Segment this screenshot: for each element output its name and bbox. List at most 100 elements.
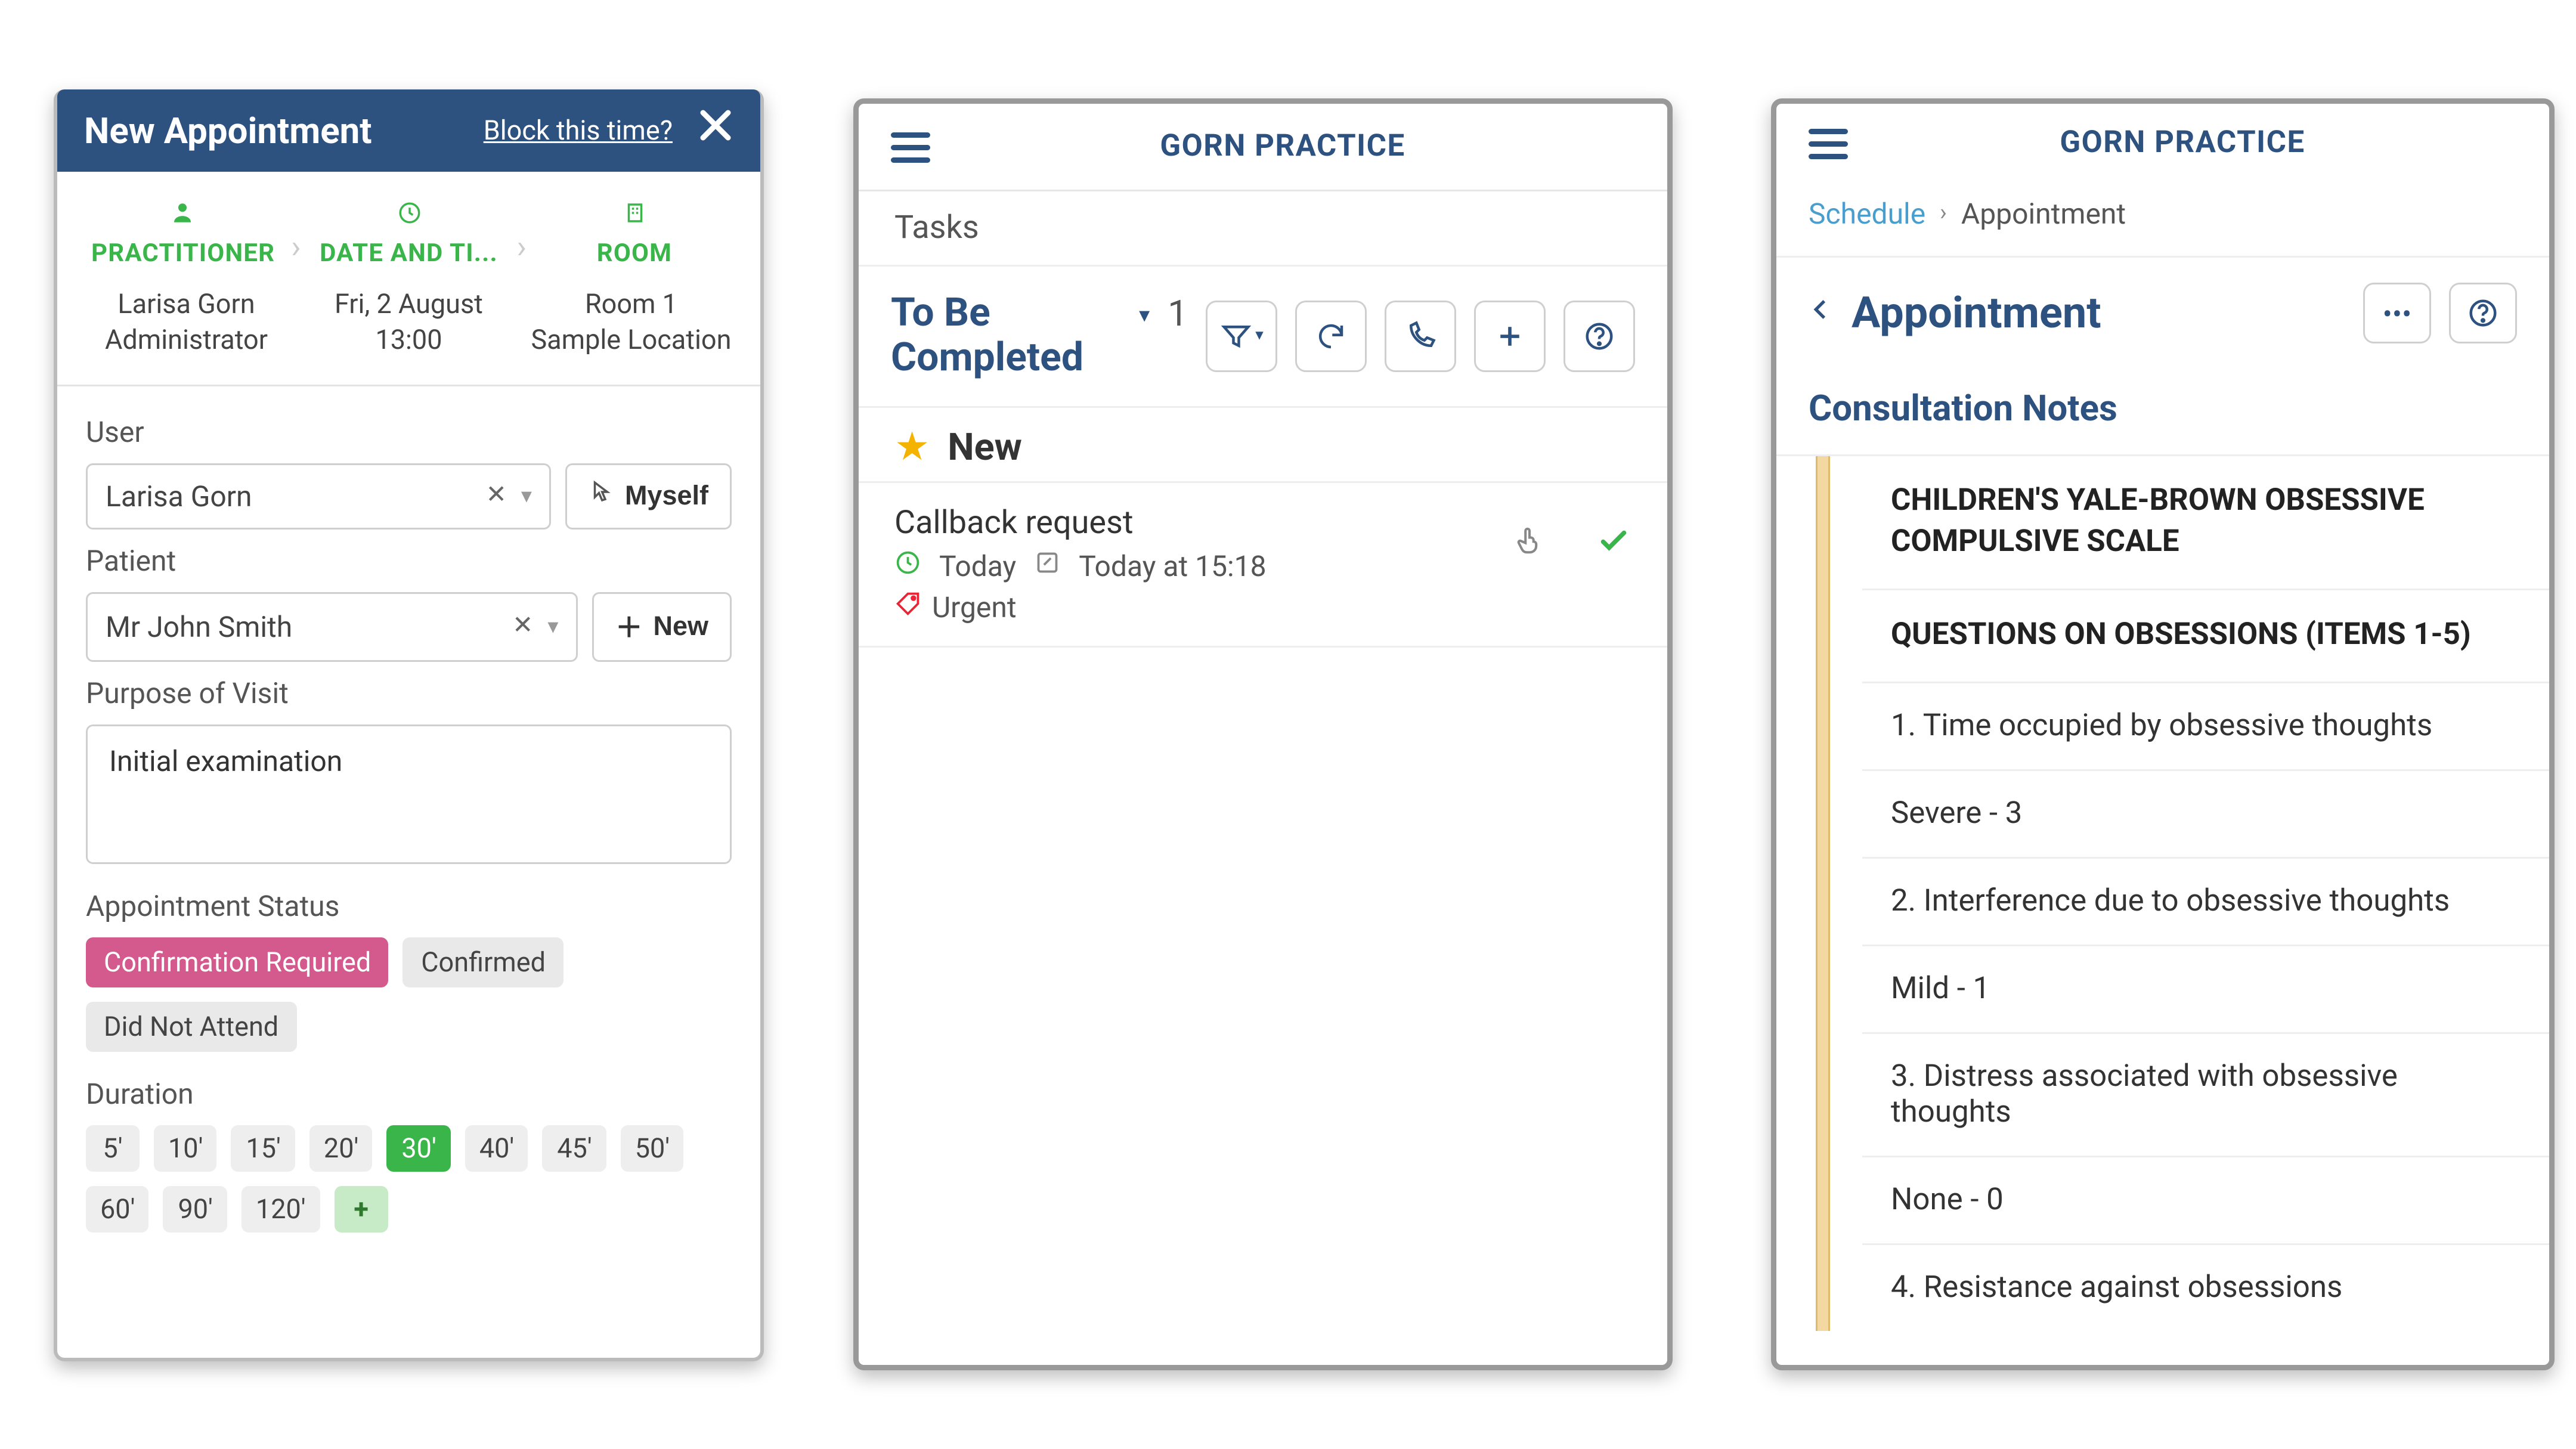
task-created: Today at 15:18 <box>1079 549 1266 583</box>
chevron-down-icon[interactable]: ▾ <box>547 614 558 639</box>
app-header: GORN PRACTICE <box>859 104 1667 191</box>
task-filter-dropdown[interactable]: To Be Completed ▾ 1 <box>891 292 1188 381</box>
help-button[interactable] <box>1563 301 1635 372</box>
patient-select[interactable]: Mr John Smith ✕ ▾ <box>86 592 578 661</box>
status-chip-did-not-attend[interactable]: Did Not Attend <box>86 1001 296 1051</box>
new-appointment-panel: New Appointment Block this time? PRACTIT… <box>54 89 764 1361</box>
question-item: 1. Time occupied by obsessive thoughts <box>1862 683 2549 770</box>
section-title: QUESTIONS ON OBSESSIONS (ITEMS 1-5) <box>1862 590 2549 683</box>
status-chips: Confirmation Required Confirmed Did Not … <box>86 937 732 1051</box>
chevron-down-icon[interactable]: ▾ <box>521 483 532 508</box>
duration-20[interactable]: 20' <box>309 1125 373 1171</box>
purpose-label: Purpose of Visit <box>86 676 732 710</box>
duration-50[interactable]: 50' <box>621 1125 684 1171</box>
block-time-link[interactable]: Block this time? <box>484 114 673 147</box>
plus-icon: ＋ <box>615 608 642 645</box>
new-patient-button[interactable]: ＋ New <box>592 592 732 661</box>
user-label: User <box>86 414 732 448</box>
breadcrumb-current: Appointment <box>1961 197 2126 231</box>
task-tag: Urgent <box>932 590 1017 624</box>
user-select[interactable]: Larisa Gorn ✕ ▾ <box>86 463 552 529</box>
task-due: Today <box>939 549 1016 583</box>
complete-icon[interactable] <box>1596 522 1631 567</box>
duration-90[interactable]: 90' <box>163 1185 227 1232</box>
user-value: Larisa Gorn <box>106 479 486 513</box>
answer-item: None - 0 <box>1862 1157 2549 1244</box>
tasks-panel: GORN PRACTICE Tasks To Be Completed ▾ 1 … <box>853 98 1673 1370</box>
status-chip-confirmation-required[interactable]: Confirmation Required <box>86 937 389 987</box>
chevron-down-icon: ▾ <box>1139 302 1150 327</box>
duration-15[interactable]: 15' <box>231 1125 295 1171</box>
question-item: 2. Interference due to obsessive thought… <box>1862 858 2549 946</box>
refresh-button[interactable] <box>1295 301 1367 372</box>
filter-button[interactable]: ▾ <box>1206 301 1277 372</box>
duration-40[interactable]: 40' <box>465 1125 528 1171</box>
app-header: GORN PRACTICE <box>1776 104 2549 182</box>
more-button[interactable]: ••• <box>2363 283 2431 343</box>
task-filter-label: To Be Completed <box>891 292 1128 381</box>
myself-button[interactable]: Myself <box>566 463 732 529</box>
brand-title: GORN PRACTICE <box>1848 125 2517 161</box>
duration-10[interactable]: 10' <box>154 1125 217 1171</box>
practitioner-role: Administrator <box>75 323 298 359</box>
duration-options: 5' 10' 15' 20' 30' 40' 45' 50' 60' 90' 1… <box>86 1125 732 1232</box>
tag-icon <box>894 590 921 624</box>
appointment-panel: GORN PRACTICE Schedule › Appointment App… <box>1771 98 2555 1370</box>
answer-item: Severe - 3 <box>1862 770 2549 858</box>
clear-icon[interactable]: ✕ <box>486 481 507 510</box>
edit-icon <box>1034 549 1061 583</box>
room-location: Sample Location <box>520 323 742 359</box>
duration-60[interactable]: 60' <box>86 1185 149 1232</box>
menu-icon[interactable] <box>1809 128 1848 159</box>
add-task-button[interactable] <box>1474 301 1546 372</box>
star-icon: ★ <box>894 426 930 470</box>
step-datetime[interactable]: DATE AND TI... <box>301 200 516 268</box>
menu-icon[interactable] <box>891 132 930 162</box>
duration-45[interactable]: 45' <box>543 1125 606 1171</box>
duration-120[interactable]: 120' <box>242 1185 320 1232</box>
duration-label: Duration <box>86 1076 732 1110</box>
practitioner-name: Larisa Gorn <box>75 286 298 323</box>
chevron-right-icon: › <box>517 229 527 267</box>
chevron-right-icon: › <box>291 229 301 267</box>
appointment-time: 13:00 <box>298 323 520 359</box>
breadcrumb: Schedule › Appointment <box>1776 182 2549 258</box>
page-title: Appointment <box>1852 288 2345 338</box>
step-room[interactable]: ROOM <box>527 200 742 268</box>
page-header: Appointment ••• <box>1776 258 2549 369</box>
task-count: 1 <box>1168 292 1188 335</box>
wizard-step-values: Larisa Gorn Administrator Fri, 2 August … <box>57 279 760 386</box>
task-section-label: New <box>948 427 1022 470</box>
status-label: Appointment Status <box>86 888 732 922</box>
pointer-icon <box>589 479 614 512</box>
patient-label: Patient <box>86 543 732 577</box>
panel-title: New Appointment <box>84 109 484 152</box>
purpose-input[interactable]: Initial examination <box>86 724 732 863</box>
question-item: 4. Resistance against obsessions <box>1862 1244 2549 1330</box>
consultation-notes-header: Consultation Notes <box>1776 369 2549 456</box>
task-section-header: ★ New <box>859 406 1667 483</box>
back-icon[interactable] <box>1809 295 1834 332</box>
clock-icon <box>301 200 516 233</box>
question-item: 3. Distress associated with obsessive th… <box>1862 1033 2549 1157</box>
help-button[interactable] <box>2449 283 2517 343</box>
scale-title: CHILDREN'S YALE-BROWN OBSESSIVE COMPULSI… <box>1862 456 2549 590</box>
patient-value: Mr John Smith <box>106 609 512 643</box>
task-item[interactable]: Callback request Today Today at 15:18 Ur… <box>859 483 1667 648</box>
duration-30[interactable]: 30' <box>387 1125 450 1171</box>
task-toolbar: To Be Completed ▾ 1 ▾ <box>859 267 1667 406</box>
page-subheader: Tasks <box>859 191 1667 267</box>
wizard-steps: PRACTITIONER › DATE AND TI... › ROOM <box>57 172 760 279</box>
panel-header: New Appointment Block this time? <box>57 89 760 172</box>
call-button[interactable] <box>1385 301 1456 372</box>
close-icon[interactable] <box>698 107 733 154</box>
building-icon <box>527 200 742 233</box>
clear-icon[interactable]: ✕ <box>512 612 533 640</box>
status-chip-confirmed[interactable]: Confirmed <box>403 937 564 987</box>
step-practitioner[interactable]: PRACTITIONER <box>75 200 291 268</box>
duration-add-button[interactable]: + <box>335 1185 388 1232</box>
notes-body: CHILDREN'S YALE-BROWN OBSESSIVE COMPULSI… <box>1776 456 2549 1330</box>
breadcrumb-schedule[interactable]: Schedule <box>1809 197 1925 231</box>
duration-5[interactable]: 5' <box>86 1125 140 1171</box>
pointer-icon[interactable] <box>1513 524 1546 565</box>
